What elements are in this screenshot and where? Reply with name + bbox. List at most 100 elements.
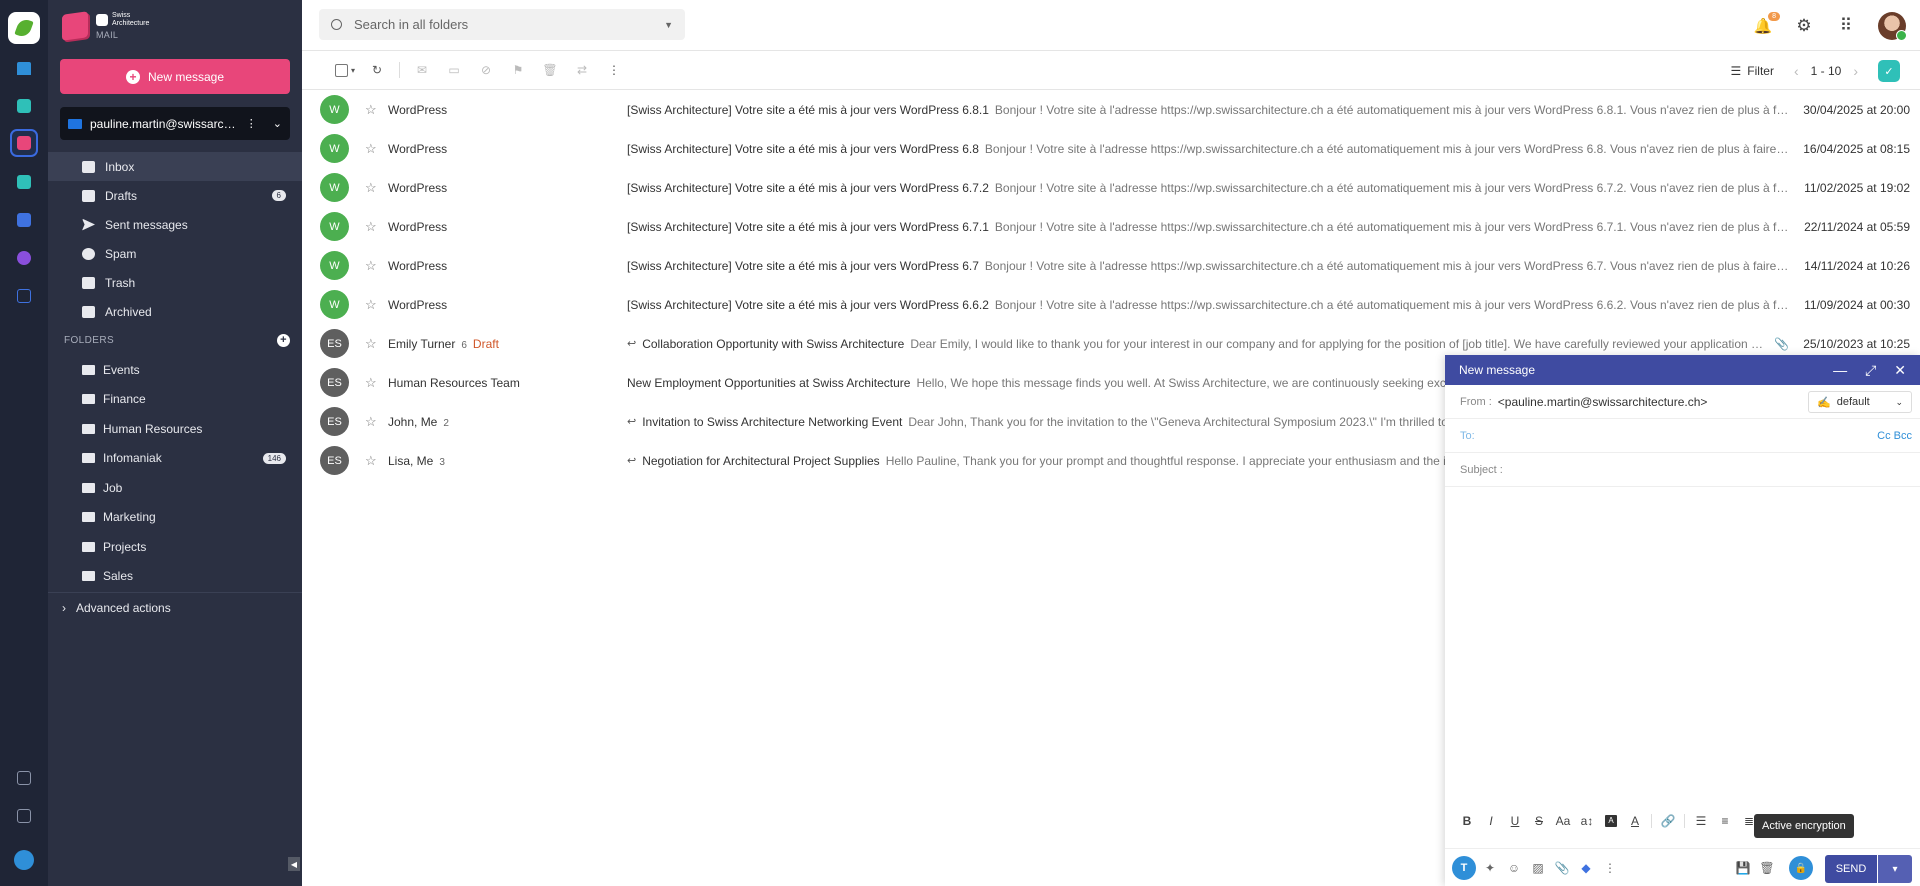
chevron-down-icon[interactable]: ⌄ [273,117,282,130]
move-action-icon[interactable]: ⇄ [566,56,598,84]
email-row[interactable]: W ☆ WordPress [Swiss Architecture] Votre si… [302,285,1920,324]
calendar-app-icon[interactable] [12,170,36,194]
new-message-button[interactable]: + New message [60,59,290,94]
nav-inbox[interactable]: Inbox [48,152,302,181]
filter-button[interactable]: ☰ Filter [1731,64,1774,78]
notifications-bell-icon[interactable]: 🔔 8 [1754,12,1780,35]
cc-bcc-toggle[interactable]: Cc Bcc [1877,430,1912,442]
send-options-chevron-icon[interactable]: ▾ [1878,855,1912,883]
select-all-checkbox[interactable]: ▾ [329,56,361,84]
folder-human-resources[interactable]: Human Resources [48,414,302,444]
to-row[interactable]: To: Cc Bcc [1445,419,1920,453]
send-button[interactable]: SEND [1825,855,1877,883]
folder-marketing[interactable]: Marketing [48,503,302,533]
folder-sales[interactable]: Sales [48,562,302,592]
advanced-actions[interactable]: › Advanced actions [48,592,302,622]
line-height-icon[interactable]: a↕ [1575,809,1599,833]
collapse-sidebar-icon[interactable]: ◀ [288,857,300,871]
security-app-icon[interactable] [12,246,36,270]
next-page-icon[interactable]: › [1853,63,1858,79]
emoji-icon[interactable]: ☺ [1502,856,1526,880]
star-icon[interactable]: ☆ [365,375,377,391]
delete-action-icon[interactable]: 🗑 [534,56,566,84]
support-icon[interactable] [12,848,36,872]
highlight-color-icon[interactable]: A [1599,809,1623,833]
nav-spam[interactable]: Spam [48,239,302,268]
link-icon[interactable]: 🔗 [1656,809,1680,833]
chat-icon[interactable] [12,804,36,828]
kdrive-icon[interactable] [12,94,36,118]
user-avatar[interactable] [1878,12,1907,41]
account-selector[interactable]: pauline.martin@swissarchi... ⋮ ⌄ [60,107,290,140]
kdrive-attach-icon[interactable]: ◆ [1574,856,1598,880]
archive-action-icon[interactable]: ▭ [438,56,470,84]
subject-row[interactable]: Subject : [1445,453,1920,487]
folder-events[interactable]: Events [48,355,302,385]
email-row[interactable]: W ☆ WordPress [Swiss Architecture] Votre si… [302,129,1920,168]
nav-trash[interactable]: Trash [48,268,302,297]
more-options-icon[interactable]: ⋮ [1598,856,1622,880]
attachment-icon[interactable]: 📎 [1550,856,1574,880]
more-actions-icon[interactable]: ⋮ [598,56,630,84]
bullet-list-icon[interactable]: ☰ [1689,809,1713,833]
numbered-list-icon[interactable]: ≡ [1713,809,1737,833]
underline-icon[interactable]: U [1503,809,1527,833]
image-icon[interactable]: ▨ [1526,856,1550,880]
signature-select[interactable]: ✍ default ⌄ [1808,391,1912,413]
folder-finance[interactable]: Finance [48,385,302,415]
email-row[interactable]: W ☆ WordPress [Swiss Architecture] Votre si… [302,246,1920,285]
apps-menu-icon[interactable]: ⠿ [1836,16,1856,36]
close-icon[interactable]: ✕ [1894,362,1906,379]
folder-projects[interactable]: Projects [48,532,302,562]
home-icon[interactable] [12,56,36,80]
font-size-icon[interactable]: Aa [1551,809,1575,833]
from-address[interactable]: <pauline.martin@swissarchitecture.ch> [1498,395,1708,409]
star-icon[interactable]: ☆ [365,453,377,469]
folder-job[interactable]: Job [48,473,302,503]
star-icon[interactable]: ☆ [365,219,377,235]
star-icon[interactable]: ☆ [365,180,377,196]
infomaniak-logo[interactable] [8,12,40,44]
star-icon[interactable]: ☆ [365,414,377,430]
mail-app-icon[interactable] [10,129,38,157]
discard-icon[interactable]: 🗑 [1755,856,1779,880]
add-folder-icon[interactable]: + [277,334,290,347]
search-options-icon[interactable]: ▼ [664,20,673,30]
encryption-lock-icon[interactable]: 🔒 [1789,856,1813,880]
star-icon[interactable]: ☆ [365,336,377,352]
star-icon[interactable]: ☆ [365,297,377,313]
search-bar[interactable]: ▼ [319,9,685,40]
document-icon[interactable] [12,766,36,790]
nav-archived[interactable]: Archived [48,297,302,326]
flag-action-icon[interactable]: ⚑ [502,56,534,84]
email-row[interactable]: W ☆ WordPress [Swiss Architecture] Votre si… [302,168,1920,207]
nav-drafts[interactable]: Drafts 6 [48,181,302,210]
strikethrough-icon[interactable]: S [1527,809,1551,833]
search-input[interactable] [354,17,653,32]
apps-grid-icon[interactable] [12,284,36,308]
magic-wand-icon[interactable]: ✦ [1478,856,1502,880]
email-row[interactable]: W ☆ WordPress [Swiss Architecture] Votre si… [302,90,1920,129]
save-draft-icon[interactable]: 💾 [1731,856,1755,880]
star-icon[interactable]: ☆ [365,141,377,157]
spam-action-icon[interactable]: ⊘ [470,56,502,84]
email-row[interactable]: W ☆ WordPress [Swiss Architecture] Votre si… [302,207,1920,246]
prev-page-icon[interactable]: ‹ [1794,63,1799,79]
ksuite-icon[interactable]: ✓ [1878,60,1900,82]
refresh-icon[interactable]: ↻ [361,56,393,84]
minimize-icon[interactable]: — [1833,362,1847,379]
contacts-app-icon[interactable] [12,208,36,232]
star-icon[interactable]: ☆ [365,102,377,118]
folder-infomaniak[interactable]: Infomaniak 146 [48,444,302,474]
italic-icon[interactable]: I [1479,809,1503,833]
nav-sent[interactable]: Sent messages [48,210,302,239]
text-color-icon[interactable]: A [1623,809,1647,833]
star-icon[interactable]: ☆ [365,258,377,274]
message-body-editor[interactable] [1445,487,1920,802]
expand-icon[interactable]: ⤢ [1865,362,1876,379]
mark-read-icon[interactable]: ✉ [406,56,438,84]
ai-assistant-icon[interactable]: T [1452,855,1476,880]
bold-icon[interactable]: B [1455,809,1479,833]
settings-gear-icon[interactable]: ⚙ [1794,16,1814,36]
more-options-icon[interactable]: ⋮ [246,117,257,130]
